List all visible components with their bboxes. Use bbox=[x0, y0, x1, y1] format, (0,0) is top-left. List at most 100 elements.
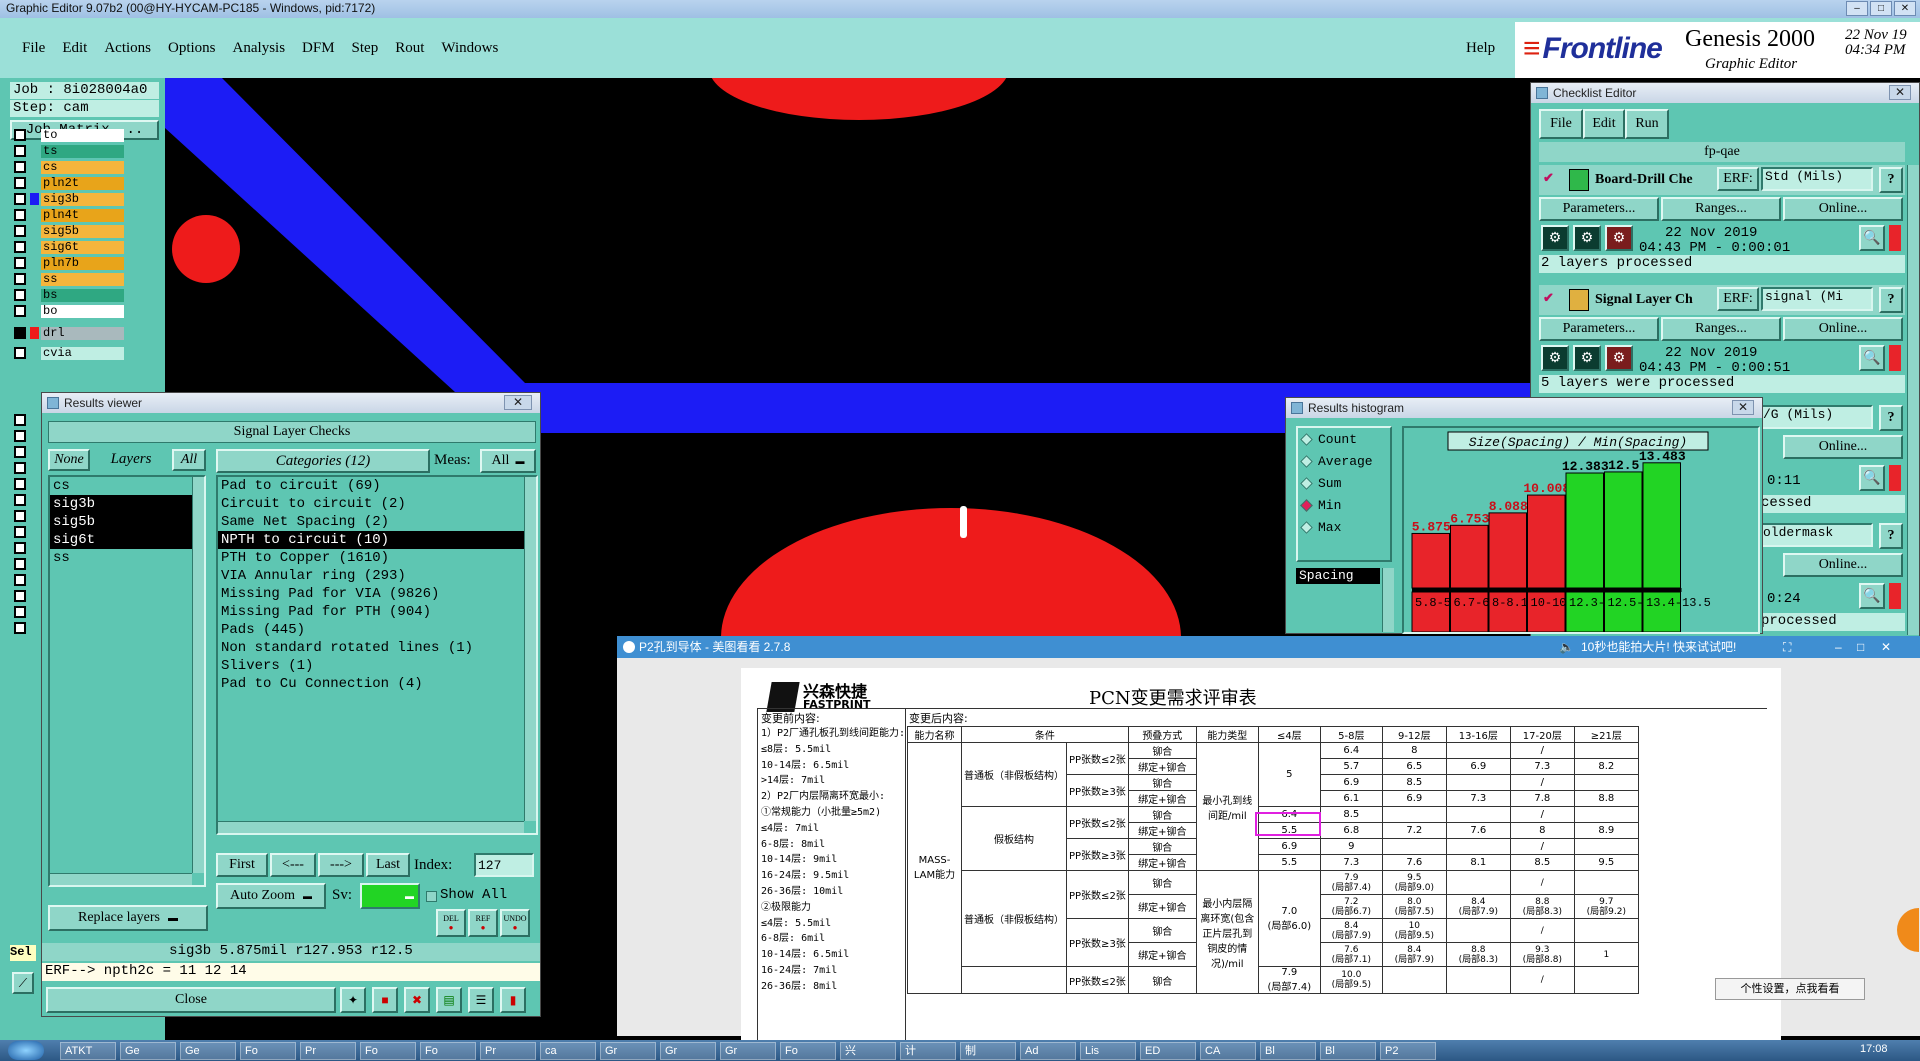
erf-value-partial[interactable]: oldermask bbox=[1761, 523, 1873, 547]
layer-list-hscrollbar[interactable] bbox=[50, 873, 192, 885]
layer-row[interactable]: pln4t bbox=[14, 208, 124, 222]
parameters-button[interactable]: Parameters... bbox=[1539, 197, 1659, 221]
layer-name[interactable]: cvia bbox=[41, 346, 124, 360]
category-list-item[interactable]: Non standard rotated lines (1) bbox=[218, 639, 536, 657]
highlight-icon[interactable]: ✦ bbox=[340, 987, 366, 1013]
taskbar-item[interactable]: Fo bbox=[360, 1042, 416, 1060]
layer-checkbox[interactable] bbox=[14, 510, 26, 522]
taskbar-item[interactable]: Bl bbox=[1320, 1042, 1376, 1060]
layer-row[interactable]: pln7b bbox=[14, 256, 124, 270]
minimize-icon[interactable]: – bbox=[1835, 636, 1842, 658]
radio-icon[interactable] bbox=[1300, 498, 1313, 512]
run-icon[interactable]: ⚙ bbox=[1605, 345, 1633, 371]
taskbar-item[interactable]: Fo bbox=[420, 1042, 476, 1060]
zoom-icon[interactable]: 🔍 bbox=[1859, 583, 1885, 609]
radio-icon[interactable] bbox=[1300, 520, 1313, 534]
menu-actions[interactable]: Actions bbox=[104, 40, 151, 57]
layer-checkbox[interactable] bbox=[14, 257, 26, 269]
checklist-menu-file[interactable]: File bbox=[1539, 109, 1583, 139]
minimize-button[interactable]: – bbox=[1846, 1, 1868, 16]
ranges-button[interactable]: Ranges... bbox=[1661, 317, 1781, 341]
sv-color-dropdown[interactable]: ▬ bbox=[360, 883, 420, 909]
taskbar-item[interactable]: CA bbox=[1200, 1042, 1256, 1060]
parameters-button[interactable]: Parameters... bbox=[1539, 317, 1659, 341]
taskbar-item[interactable]: Gr bbox=[660, 1042, 716, 1060]
drill-layer-row[interactable]: cvia bbox=[14, 346, 124, 360]
histogram-option[interactable]: Sum bbox=[1298, 472, 1390, 494]
menu-windows[interactable]: Windows bbox=[441, 40, 498, 57]
none-button[interactable]: None bbox=[48, 449, 90, 471]
index-input[interactable] bbox=[474, 853, 534, 877]
histogram-bar[interactable] bbox=[1527, 494, 1566, 589]
run-icon[interactable]: ⚙ bbox=[1605, 225, 1633, 251]
histogram-option[interactable]: Min bbox=[1298, 494, 1390, 516]
cross-icon[interactable]: ✖ bbox=[404, 987, 430, 1013]
checklist-menu-run[interactable]: Run bbox=[1625, 109, 1669, 139]
layer-checkbox[interactable] bbox=[14, 558, 26, 570]
taskbar-item[interactable]: Ad bbox=[1020, 1042, 1076, 1060]
close-icon[interactable]: ✕ bbox=[1889, 85, 1911, 100]
ranges-button[interactable]: Ranges... bbox=[1661, 197, 1781, 221]
check-enabled-icon[interactable]: ✔ bbox=[1543, 170, 1554, 186]
check-help-button[interactable]: ? bbox=[1879, 167, 1903, 193]
layer-name[interactable]: sig6t bbox=[41, 240, 124, 254]
close-icon[interactable]: ✕ bbox=[1732, 400, 1754, 415]
delete-button[interactable]: DEL ● bbox=[436, 909, 466, 937]
erf-value-partial[interactable]: /G (Mils) bbox=[1761, 405, 1873, 429]
last-button[interactable]: Last bbox=[366, 853, 410, 877]
taskbar-item[interactable]: Ge bbox=[180, 1042, 236, 1060]
taskbar-item[interactable]: ED bbox=[1140, 1042, 1196, 1060]
close-icon[interactable]: ✕ bbox=[504, 395, 532, 410]
layer-list-item[interactable]: cs bbox=[50, 477, 204, 495]
erf-button[interactable]: ERF: bbox=[1717, 167, 1759, 191]
layer-checkbox[interactable] bbox=[14, 193, 26, 205]
taskbar-item[interactable]: ATKT bbox=[60, 1042, 116, 1060]
taskbar-item[interactable]: Bl bbox=[1260, 1042, 1316, 1060]
layer-name[interactable]: sig3b bbox=[41, 192, 124, 206]
radio-icon[interactable] bbox=[1300, 454, 1313, 468]
report-icon[interactable]: ▤ bbox=[436, 987, 462, 1013]
layer-checkbox[interactable] bbox=[14, 241, 26, 253]
category-list-item[interactable]: PTH to Copper (1610) bbox=[218, 549, 536, 567]
checklist-scrollbar[interactable] bbox=[1907, 165, 1919, 635]
layer-checkbox[interactable] bbox=[14, 129, 26, 141]
spacing-measure[interactable]: Spacing bbox=[1296, 568, 1380, 584]
category-list-item[interactable]: VIA Annular ring (293) bbox=[218, 567, 536, 585]
layer-row[interactable]: sig3b bbox=[14, 192, 124, 206]
next-button[interactable]: ---> bbox=[318, 853, 364, 877]
menu-file[interactable]: File bbox=[22, 40, 45, 57]
layer-checkbox[interactable] bbox=[14, 526, 26, 538]
layer-name[interactable]: pln2t bbox=[41, 176, 124, 190]
layer-name[interactable]: bs bbox=[41, 288, 124, 302]
layer-name[interactable]: ss bbox=[41, 272, 124, 286]
show-all-checkbox[interactable] bbox=[426, 891, 437, 902]
layer-checkbox[interactable] bbox=[14, 145, 26, 157]
layer-checkbox[interactable] bbox=[14, 478, 26, 490]
speaker-icon[interactable]: 🔈 bbox=[1559, 636, 1574, 658]
category-list-item[interactable]: Missing Pad for VIA (9826) bbox=[218, 585, 536, 603]
category-list-item[interactable]: NPTH to circuit (10) bbox=[218, 531, 536, 549]
histogram-bar[interactable] bbox=[1450, 524, 1489, 589]
layer-name[interactable]: cs bbox=[41, 160, 124, 174]
check-help-button[interactable]: ? bbox=[1879, 405, 1903, 431]
histogram-bar[interactable] bbox=[1488, 512, 1527, 589]
layer-list-scrollbar[interactable] bbox=[192, 477, 204, 873]
categories-button[interactable]: Categories (12) bbox=[216, 449, 430, 473]
erf-button[interactable]: ERF: bbox=[1717, 287, 1759, 311]
layer-row[interactable]: to bbox=[14, 128, 124, 142]
category-list-item[interactable]: Slivers (1) bbox=[218, 657, 536, 675]
taskbar-item[interactable]: Gr bbox=[600, 1042, 656, 1060]
category-list-item[interactable]: Pad to Cu Connection (4) bbox=[218, 675, 536, 693]
layer-checkbox[interactable] bbox=[14, 622, 26, 634]
drill-layer-row[interactable]: drl bbox=[14, 326, 124, 340]
taskbar-item[interactable]: Fo bbox=[240, 1042, 296, 1060]
layer-row[interactable]: cs bbox=[14, 160, 124, 174]
zoom-icon[interactable]: 🔍 bbox=[1859, 465, 1885, 491]
layer-checkbox[interactable] bbox=[14, 177, 26, 189]
layer-checkbox[interactable] bbox=[14, 494, 26, 506]
layer-list-item[interactable]: sig6t bbox=[50, 531, 204, 549]
meas-dropdown[interactable]: All ▬ bbox=[480, 449, 536, 473]
stop-icon[interactable]: ■ bbox=[372, 987, 398, 1013]
layer-row[interactable]: bs bbox=[14, 288, 124, 302]
category-list-item[interactable]: Same Net Spacing (2) bbox=[218, 513, 536, 531]
